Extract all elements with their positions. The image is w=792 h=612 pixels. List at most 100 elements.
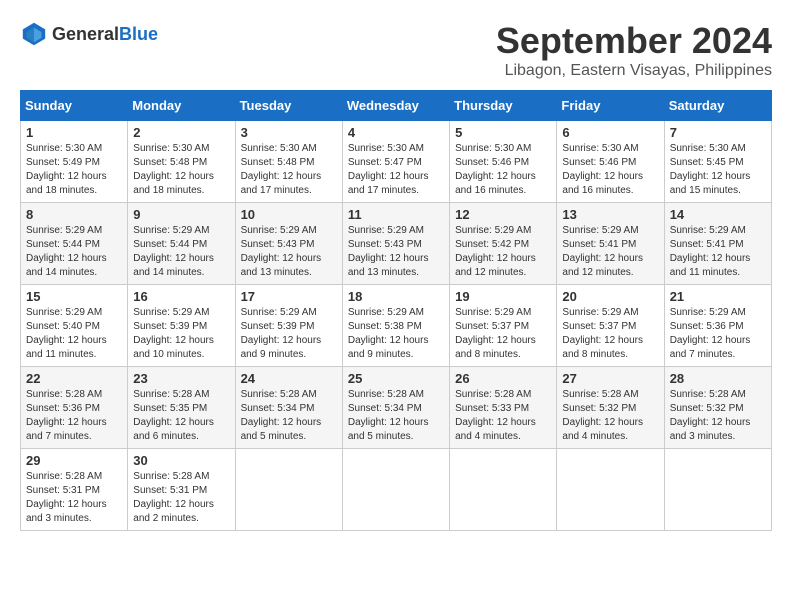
table-row: 1 Sunrise: 5:30 AM Sunset: 5:49 PM Daylig… bbox=[21, 121, 128, 203]
table-row: 17Sunrise: 5:29 AM Sunset: 5:39 PM Dayli… bbox=[235, 285, 342, 367]
day-number: 4 bbox=[348, 125, 444, 140]
table-row bbox=[664, 449, 771, 531]
header-friday: Friday bbox=[557, 91, 664, 121]
day-info: Sunrise: 5:30 AM Sunset: 5:49 PM Dayligh… bbox=[26, 142, 122, 198]
table-row: 7 Sunrise: 5:30 AM Sunset: 5:45 PM Daylig… bbox=[664, 121, 771, 203]
table-row: 30Sunrise: 5:28 AM Sunset: 5:31 PM Dayli… bbox=[128, 449, 235, 531]
table-row: 21 Sunrise: 5:29 AM Sunset: 5:36 PM Dayli… bbox=[664, 285, 771, 367]
table-row: 19 Sunrise: 5:29 AM Sunset: 5:37 PM Dayli… bbox=[450, 285, 557, 367]
header-thursday: Thursday bbox=[450, 91, 557, 121]
day-number: 2 bbox=[133, 125, 229, 140]
table-row: 5 Sunrise: 5:30 AM Sunset: 5:46 PM Daylig… bbox=[450, 121, 557, 203]
month-title: September 2024 bbox=[496, 20, 772, 62]
day-info: Sunrise: 5:29 AM Sunset: 5:40 PM Dayligh… bbox=[26, 306, 122, 362]
table-row: 10 Sunrise: 5:29 AM Sunset: 5:43 PM Dayli… bbox=[235, 203, 342, 285]
day-number: 15 bbox=[26, 289, 122, 304]
table-row: 6 Sunrise: 5:30 AM Sunset: 5:46 PM Daylig… bbox=[557, 121, 664, 203]
day-info: Sunrise: 5:28 AM Sunset: 5:31 PM Dayligh… bbox=[133, 470, 229, 526]
day-info: Sunrise: 5:29 AM Sunset: 5:37 PM Dayligh… bbox=[455, 306, 551, 362]
day-info: Sunrise: 5:29 AM Sunset: 5:42 PM Dayligh… bbox=[455, 224, 551, 280]
table-row bbox=[235, 449, 342, 531]
table-row: 8 Sunrise: 5:29 AM Sunset: 5:44 PM Daylig… bbox=[21, 203, 128, 285]
day-info: Sunrise: 5:28 AM Sunset: 5:32 PM Dayligh… bbox=[670, 388, 766, 444]
title-area: September 2024 Libagon, Eastern Visayas,… bbox=[496, 20, 772, 80]
day-info: Sunrise: 5:29 AM Sunset: 5:44 PM Dayligh… bbox=[26, 224, 122, 280]
header-saturday: Saturday bbox=[664, 91, 771, 121]
day-info: Sunrise: 5:29 AM Sunset: 5:39 PM Dayligh… bbox=[241, 306, 337, 362]
table-row: 22Sunrise: 5:28 AM Sunset: 5:36 PM Dayli… bbox=[21, 367, 128, 449]
day-number: 5 bbox=[455, 125, 551, 140]
day-info: Sunrise: 5:30 AM Sunset: 5:45 PM Dayligh… bbox=[670, 142, 766, 198]
day-info: Sunrise: 5:28 AM Sunset: 5:35 PM Dayligh… bbox=[133, 388, 229, 444]
table-row: 26Sunrise: 5:28 AM Sunset: 5:33 PM Dayli… bbox=[450, 367, 557, 449]
table-row bbox=[450, 449, 557, 531]
table-row: 13 Sunrise: 5:29 AM Sunset: 5:41 PM Dayli… bbox=[557, 203, 664, 285]
day-info: Sunrise: 5:29 AM Sunset: 5:44 PM Dayligh… bbox=[133, 224, 229, 280]
day-number: 7 bbox=[670, 125, 766, 140]
day-info: Sunrise: 5:28 AM Sunset: 5:34 PM Dayligh… bbox=[348, 388, 444, 444]
calendar-row: 15 Sunrise: 5:29 AM Sunset: 5:40 PM Dayli… bbox=[21, 285, 772, 367]
day-number: 3 bbox=[241, 125, 337, 140]
table-row: 9 Sunrise: 5:29 AM Sunset: 5:44 PM Daylig… bbox=[128, 203, 235, 285]
table-row: 16 Sunrise: 5:29 AM Sunset: 5:39 PM Dayli… bbox=[128, 285, 235, 367]
day-number: 10 bbox=[241, 207, 337, 222]
logo: General Blue bbox=[20, 20, 158, 48]
logo-icon bbox=[20, 20, 48, 48]
table-row: 20Sunrise: 5:29 AM Sunset: 5:37 PM Dayli… bbox=[557, 285, 664, 367]
table-row: 12 Sunrise: 5:29 AM Sunset: 5:42 PM Dayli… bbox=[450, 203, 557, 285]
day-number: 16 bbox=[133, 289, 229, 304]
location-title: Libagon, Eastern Visayas, Philippines bbox=[496, 62, 772, 80]
day-number: 27 bbox=[562, 371, 658, 386]
day-number: 21 bbox=[670, 289, 766, 304]
day-number: 8 bbox=[26, 207, 122, 222]
day-info: Sunrise: 5:28 AM Sunset: 5:31 PM Dayligh… bbox=[26, 470, 122, 526]
day-info: Sunrise: 5:28 AM Sunset: 5:34 PM Dayligh… bbox=[241, 388, 337, 444]
calendar-row: 1 Sunrise: 5:30 AM Sunset: 5:49 PM Daylig… bbox=[21, 121, 772, 203]
day-info: Sunrise: 5:29 AM Sunset: 5:36 PM Dayligh… bbox=[670, 306, 766, 362]
day-info: Sunrise: 5:30 AM Sunset: 5:46 PM Dayligh… bbox=[455, 142, 551, 198]
day-info: Sunrise: 5:28 AM Sunset: 5:33 PM Dayligh… bbox=[455, 388, 551, 444]
table-row: 2 Sunrise: 5:30 AM Sunset: 5:48 PM Daylig… bbox=[128, 121, 235, 203]
table-row: 23 Sunrise: 5:28 AM Sunset: 5:35 PM Dayli… bbox=[128, 367, 235, 449]
day-info: Sunrise: 5:29 AM Sunset: 5:43 PM Dayligh… bbox=[348, 224, 444, 280]
day-number: 22 bbox=[26, 371, 122, 386]
day-number: 1 bbox=[26, 125, 122, 140]
header-tuesday: Tuesday bbox=[235, 91, 342, 121]
day-info: Sunrise: 5:29 AM Sunset: 5:41 PM Dayligh… bbox=[670, 224, 766, 280]
day-info: Sunrise: 5:29 AM Sunset: 5:37 PM Dayligh… bbox=[562, 306, 658, 362]
table-row: 11 Sunrise: 5:29 AM Sunset: 5:43 PM Dayli… bbox=[342, 203, 449, 285]
day-number: 6 bbox=[562, 125, 658, 140]
table-row: 24Sunrise: 5:28 AM Sunset: 5:34 PM Dayli… bbox=[235, 367, 342, 449]
calendar-row: 29 Sunrise: 5:28 AM Sunset: 5:31 PM Dayli… bbox=[21, 449, 772, 531]
day-info: Sunrise: 5:30 AM Sunset: 5:48 PM Dayligh… bbox=[241, 142, 337, 198]
table-row: 3 Sunrise: 5:30 AM Sunset: 5:48 PM Daylig… bbox=[235, 121, 342, 203]
day-info: Sunrise: 5:28 AM Sunset: 5:32 PM Dayligh… bbox=[562, 388, 658, 444]
day-info: Sunrise: 5:29 AM Sunset: 5:41 PM Dayligh… bbox=[562, 224, 658, 280]
header-wednesday: Wednesday bbox=[342, 91, 449, 121]
day-number: 25 bbox=[348, 371, 444, 386]
day-number: 13 bbox=[562, 207, 658, 222]
day-info: Sunrise: 5:29 AM Sunset: 5:39 PM Dayligh… bbox=[133, 306, 229, 362]
header: General Blue September 2024 Libagon, Eas… bbox=[20, 20, 772, 80]
day-info: Sunrise: 5:30 AM Sunset: 5:48 PM Dayligh… bbox=[133, 142, 229, 198]
table-row: 4Sunrise: 5:30 AM Sunset: 5:47 PM Daylig… bbox=[342, 121, 449, 203]
day-info: Sunrise: 5:29 AM Sunset: 5:43 PM Dayligh… bbox=[241, 224, 337, 280]
calendar-header-row: Sunday Monday Tuesday Wednesday Thursday… bbox=[21, 91, 772, 121]
calendar-row: 8 Sunrise: 5:29 AM Sunset: 5:44 PM Daylig… bbox=[21, 203, 772, 285]
day-number: 18 bbox=[348, 289, 444, 304]
table-row: 25 Sunrise: 5:28 AM Sunset: 5:34 PM Dayli… bbox=[342, 367, 449, 449]
table-row bbox=[557, 449, 664, 531]
day-number: 19 bbox=[455, 289, 551, 304]
day-number: 9 bbox=[133, 207, 229, 222]
day-number: 12 bbox=[455, 207, 551, 222]
day-number: 11 bbox=[348, 207, 444, 222]
day-info: Sunrise: 5:30 AM Sunset: 5:46 PM Dayligh… bbox=[562, 142, 658, 198]
table-row: 15 Sunrise: 5:29 AM Sunset: 5:40 PM Dayli… bbox=[21, 285, 128, 367]
day-number: 23 bbox=[133, 371, 229, 386]
table-row: 14Sunrise: 5:29 AM Sunset: 5:41 PM Dayli… bbox=[664, 203, 771, 285]
header-monday: Monday bbox=[128, 91, 235, 121]
logo-general-text: General bbox=[52, 25, 119, 43]
header-sunday: Sunday bbox=[21, 91, 128, 121]
day-number: 29 bbox=[26, 453, 122, 468]
table-row: 18Sunrise: 5:29 AM Sunset: 5:38 PM Dayli… bbox=[342, 285, 449, 367]
